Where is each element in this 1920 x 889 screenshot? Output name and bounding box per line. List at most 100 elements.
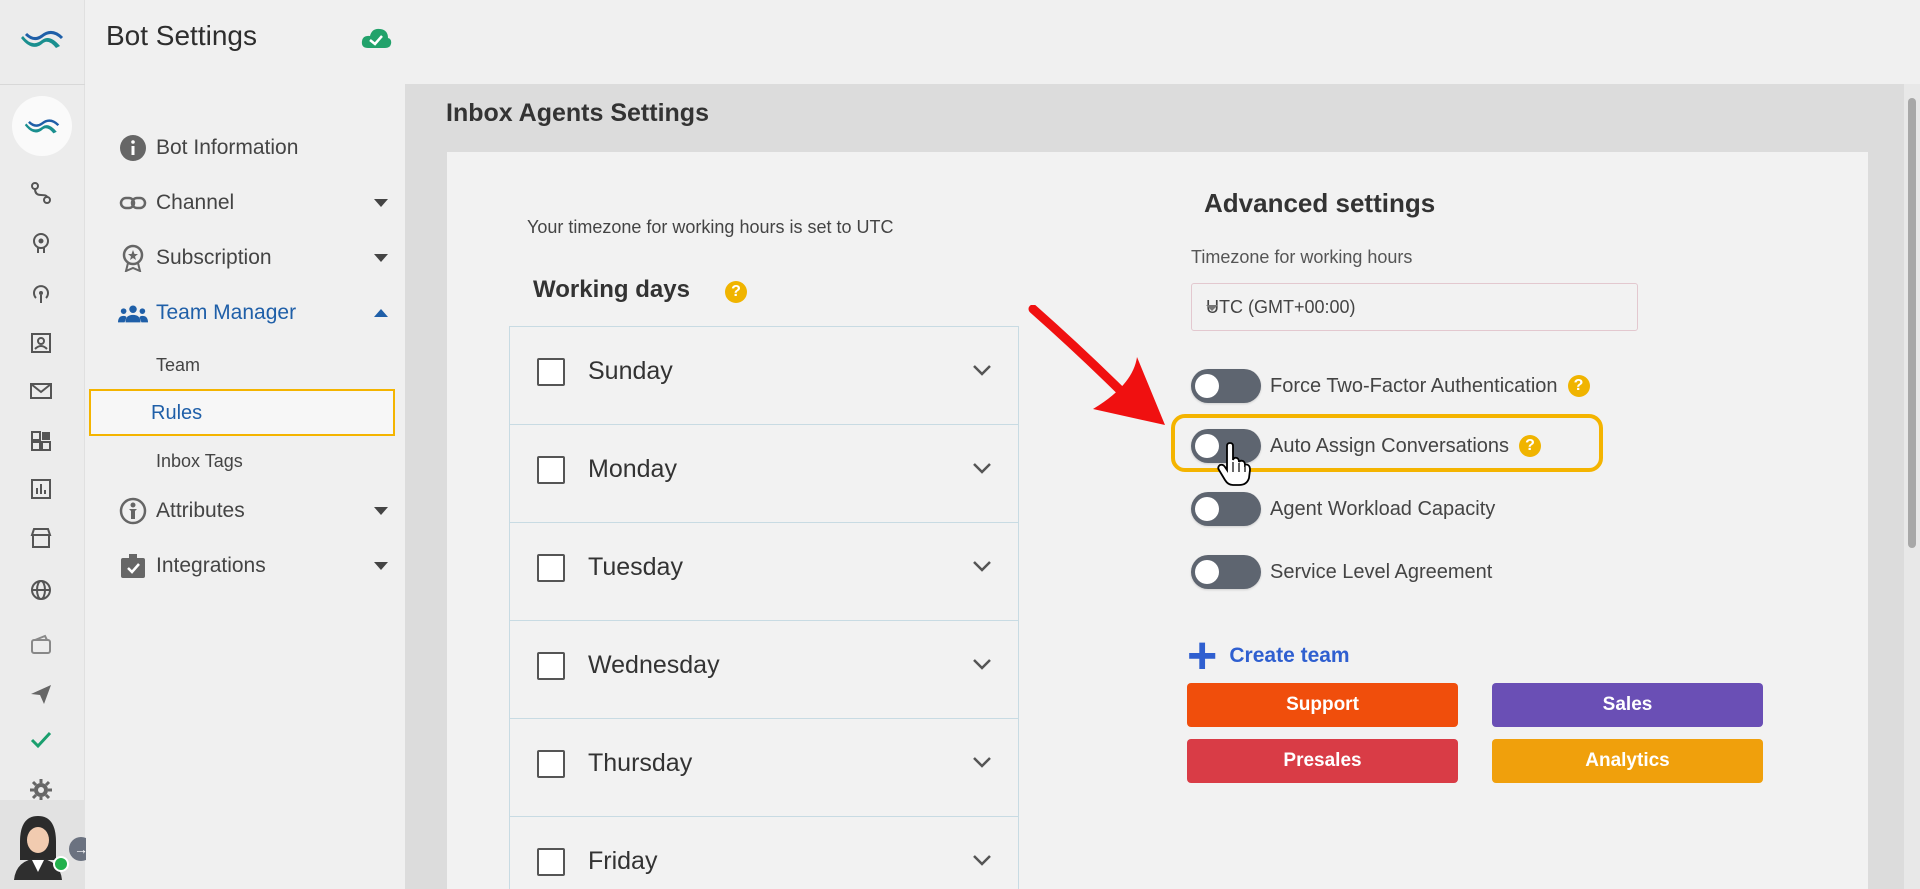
help-icon[interactable]: ?: [1519, 435, 1542, 457]
nav-item-attributes[interactable]: Attributes: [118, 491, 388, 531]
day-row-wednesday[interactable]: Wednesday: [509, 620, 1019, 718]
bot-avatar-icon: [24, 119, 60, 134]
sub-item-inbox-tags[interactable]: Inbox Tags: [156, 451, 243, 472]
sub-item-rules[interactable]: Rules: [89, 389, 395, 436]
team-button-presales[interactable]: Presales: [1187, 739, 1458, 783]
day-label: Wednesday: [588, 651, 720, 679]
nav-label: Attributes: [156, 499, 245, 522]
rail-divider: [0, 84, 85, 85]
day-checkbox[interactable]: [537, 750, 565, 778]
sub-item-rules-label: Rules: [151, 402, 203, 424]
caret-down-icon: [374, 562, 388, 570]
check-icon[interactable]: [26, 725, 56, 755]
icon-rail: →: [0, 0, 93, 889]
day-checkbox[interactable]: [537, 456, 565, 484]
day-checkbox[interactable]: [537, 554, 565, 582]
caret-up-icon: [374, 309, 388, 317]
hand-cursor-icon: [1217, 442, 1251, 486]
timezone-note: Your timezone for working hours is set t…: [527, 217, 894, 237]
day-row-monday[interactable]: Monday: [509, 424, 1019, 522]
main-content: Inbox Agents Settings Your timezone for …: [405, 84, 1920, 889]
settings-card: Your timezone for working hours is set t…: [447, 152, 1868, 889]
broadcast-icon[interactable]: [26, 278, 56, 308]
link-icon: [118, 188, 148, 218]
caret-down-icon: [374, 507, 388, 515]
day-label: Friday: [588, 847, 658, 875]
scrollbar-thumb[interactable]: [1908, 98, 1916, 548]
day-row-thursday[interactable]: Thursday: [509, 718, 1019, 816]
analytics-icon[interactable]: [26, 474, 56, 504]
nav-item-integrations[interactable]: Integrations: [118, 546, 388, 586]
sub-item-team[interactable]: Team: [156, 355, 200, 376]
day-label: Tuesday: [588, 553, 683, 581]
day-checkbox[interactable]: [537, 358, 565, 386]
advanced-settings-title: Advanced settings: [1204, 188, 1436, 218]
day-row-sunday[interactable]: Sunday: [509, 326, 1019, 424]
day-label: Sunday: [588, 357, 673, 385]
working-days-title: Working days: [533, 276, 690, 303]
plus-icon: +: [1187, 627, 1218, 685]
team-button-sales[interactable]: Sales: [1492, 683, 1763, 727]
nav-label: Integrations: [156, 554, 266, 577]
day-checkbox[interactable]: [537, 652, 565, 680]
chevron-down-icon[interactable]: [972, 853, 992, 867]
caret-down-icon: [374, 199, 388, 207]
caret-down-icon: [374, 254, 388, 262]
day-checkbox[interactable]: [537, 848, 565, 876]
scrollbar[interactable]: [1904, 84, 1920, 889]
dropdown-arrow-icon: [1206, 305, 1218, 311]
nav-item-channel[interactable]: Channel: [118, 183, 388, 223]
store-icon[interactable]: [26, 523, 56, 553]
nav-label: Channel: [156, 191, 235, 214]
chevron-down-icon[interactable]: [972, 363, 992, 377]
nav-item-bot-information[interactable]: Bot Information: [118, 128, 388, 168]
sla-toggle[interactable]: [1191, 555, 1261, 589]
timezone-select[interactable]: UTC (GMT+00:00): [1191, 283, 1638, 331]
nav-item-team-manager[interactable]: Team Manager: [118, 293, 388, 333]
page-header-title: Bot Settings: [106, 20, 257, 51]
page-title: Inbox Agents Settings: [446, 99, 709, 127]
day-row-tuesday[interactable]: Tuesday: [509, 522, 1019, 620]
chevron-down-icon[interactable]: [972, 461, 992, 475]
chevron-down-icon[interactable]: [972, 657, 992, 671]
toggle-row-two-factor: Force Two-Factor Authentication ?: [1191, 366, 1590, 406]
wallet-icon[interactable]: [26, 630, 56, 660]
team-icon: [118, 298, 148, 328]
toggle-label: Force Two-Factor Authentication: [1270, 374, 1558, 397]
two-factor-toggle[interactable]: [1191, 369, 1261, 403]
chevron-down-icon[interactable]: [972, 755, 992, 769]
toggle-label: Service Level Agreement: [1270, 560, 1493, 583]
widgets-icon[interactable]: [26, 426, 56, 456]
bot-avatar[interactable]: [12, 96, 72, 156]
integrations-icon: [118, 551, 148, 581]
help-icon[interactable]: ?: [725, 281, 747, 303]
nav-label: Subscription: [156, 246, 272, 269]
day-label: Thursday: [588, 749, 693, 777]
logo-icon[interactable]: [20, 26, 64, 52]
timezone-label: Timezone for working hours: [1191, 247, 1413, 267]
send-icon[interactable]: [26, 679, 56, 709]
globe-icon[interactable]: [26, 575, 56, 605]
brain-icon[interactable]: [26, 228, 56, 258]
mail-icon[interactable]: [26, 376, 56, 406]
contacts-icon[interactable]: [26, 328, 56, 358]
team-button-analytics[interactable]: Analytics: [1492, 739, 1763, 783]
toggle-row-sla: Service Level Agreement: [1191, 552, 1502, 592]
working-days-list: Sunday Monday Tuesday Wednesday Thursday: [509, 326, 1019, 889]
help-icon[interactable]: ?: [1567, 375, 1590, 397]
nav-label: Team Manager: [156, 301, 297, 324]
toggle-label: Auto Assign Conversations: [1270, 434, 1510, 457]
flow-icon[interactable]: [26, 178, 56, 208]
chevron-down-icon[interactable]: [972, 559, 992, 573]
cloud-saved-icon: [361, 28, 392, 48]
timezone-value: UTC (GMT+00:00): [1206, 297, 1356, 317]
nav-item-subscription[interactable]: Subscription: [118, 238, 388, 278]
workload-toggle[interactable]: [1191, 492, 1261, 526]
person-info-icon: [118, 496, 148, 526]
day-label: Monday: [588, 455, 677, 483]
day-row-friday[interactable]: Friday: [509, 816, 1019, 889]
create-team-button[interactable]: + Create team: [1187, 627, 1350, 685]
info-icon: [118, 133, 148, 163]
team-button-support[interactable]: Support: [1187, 683, 1458, 727]
online-status-icon: [53, 856, 69, 872]
